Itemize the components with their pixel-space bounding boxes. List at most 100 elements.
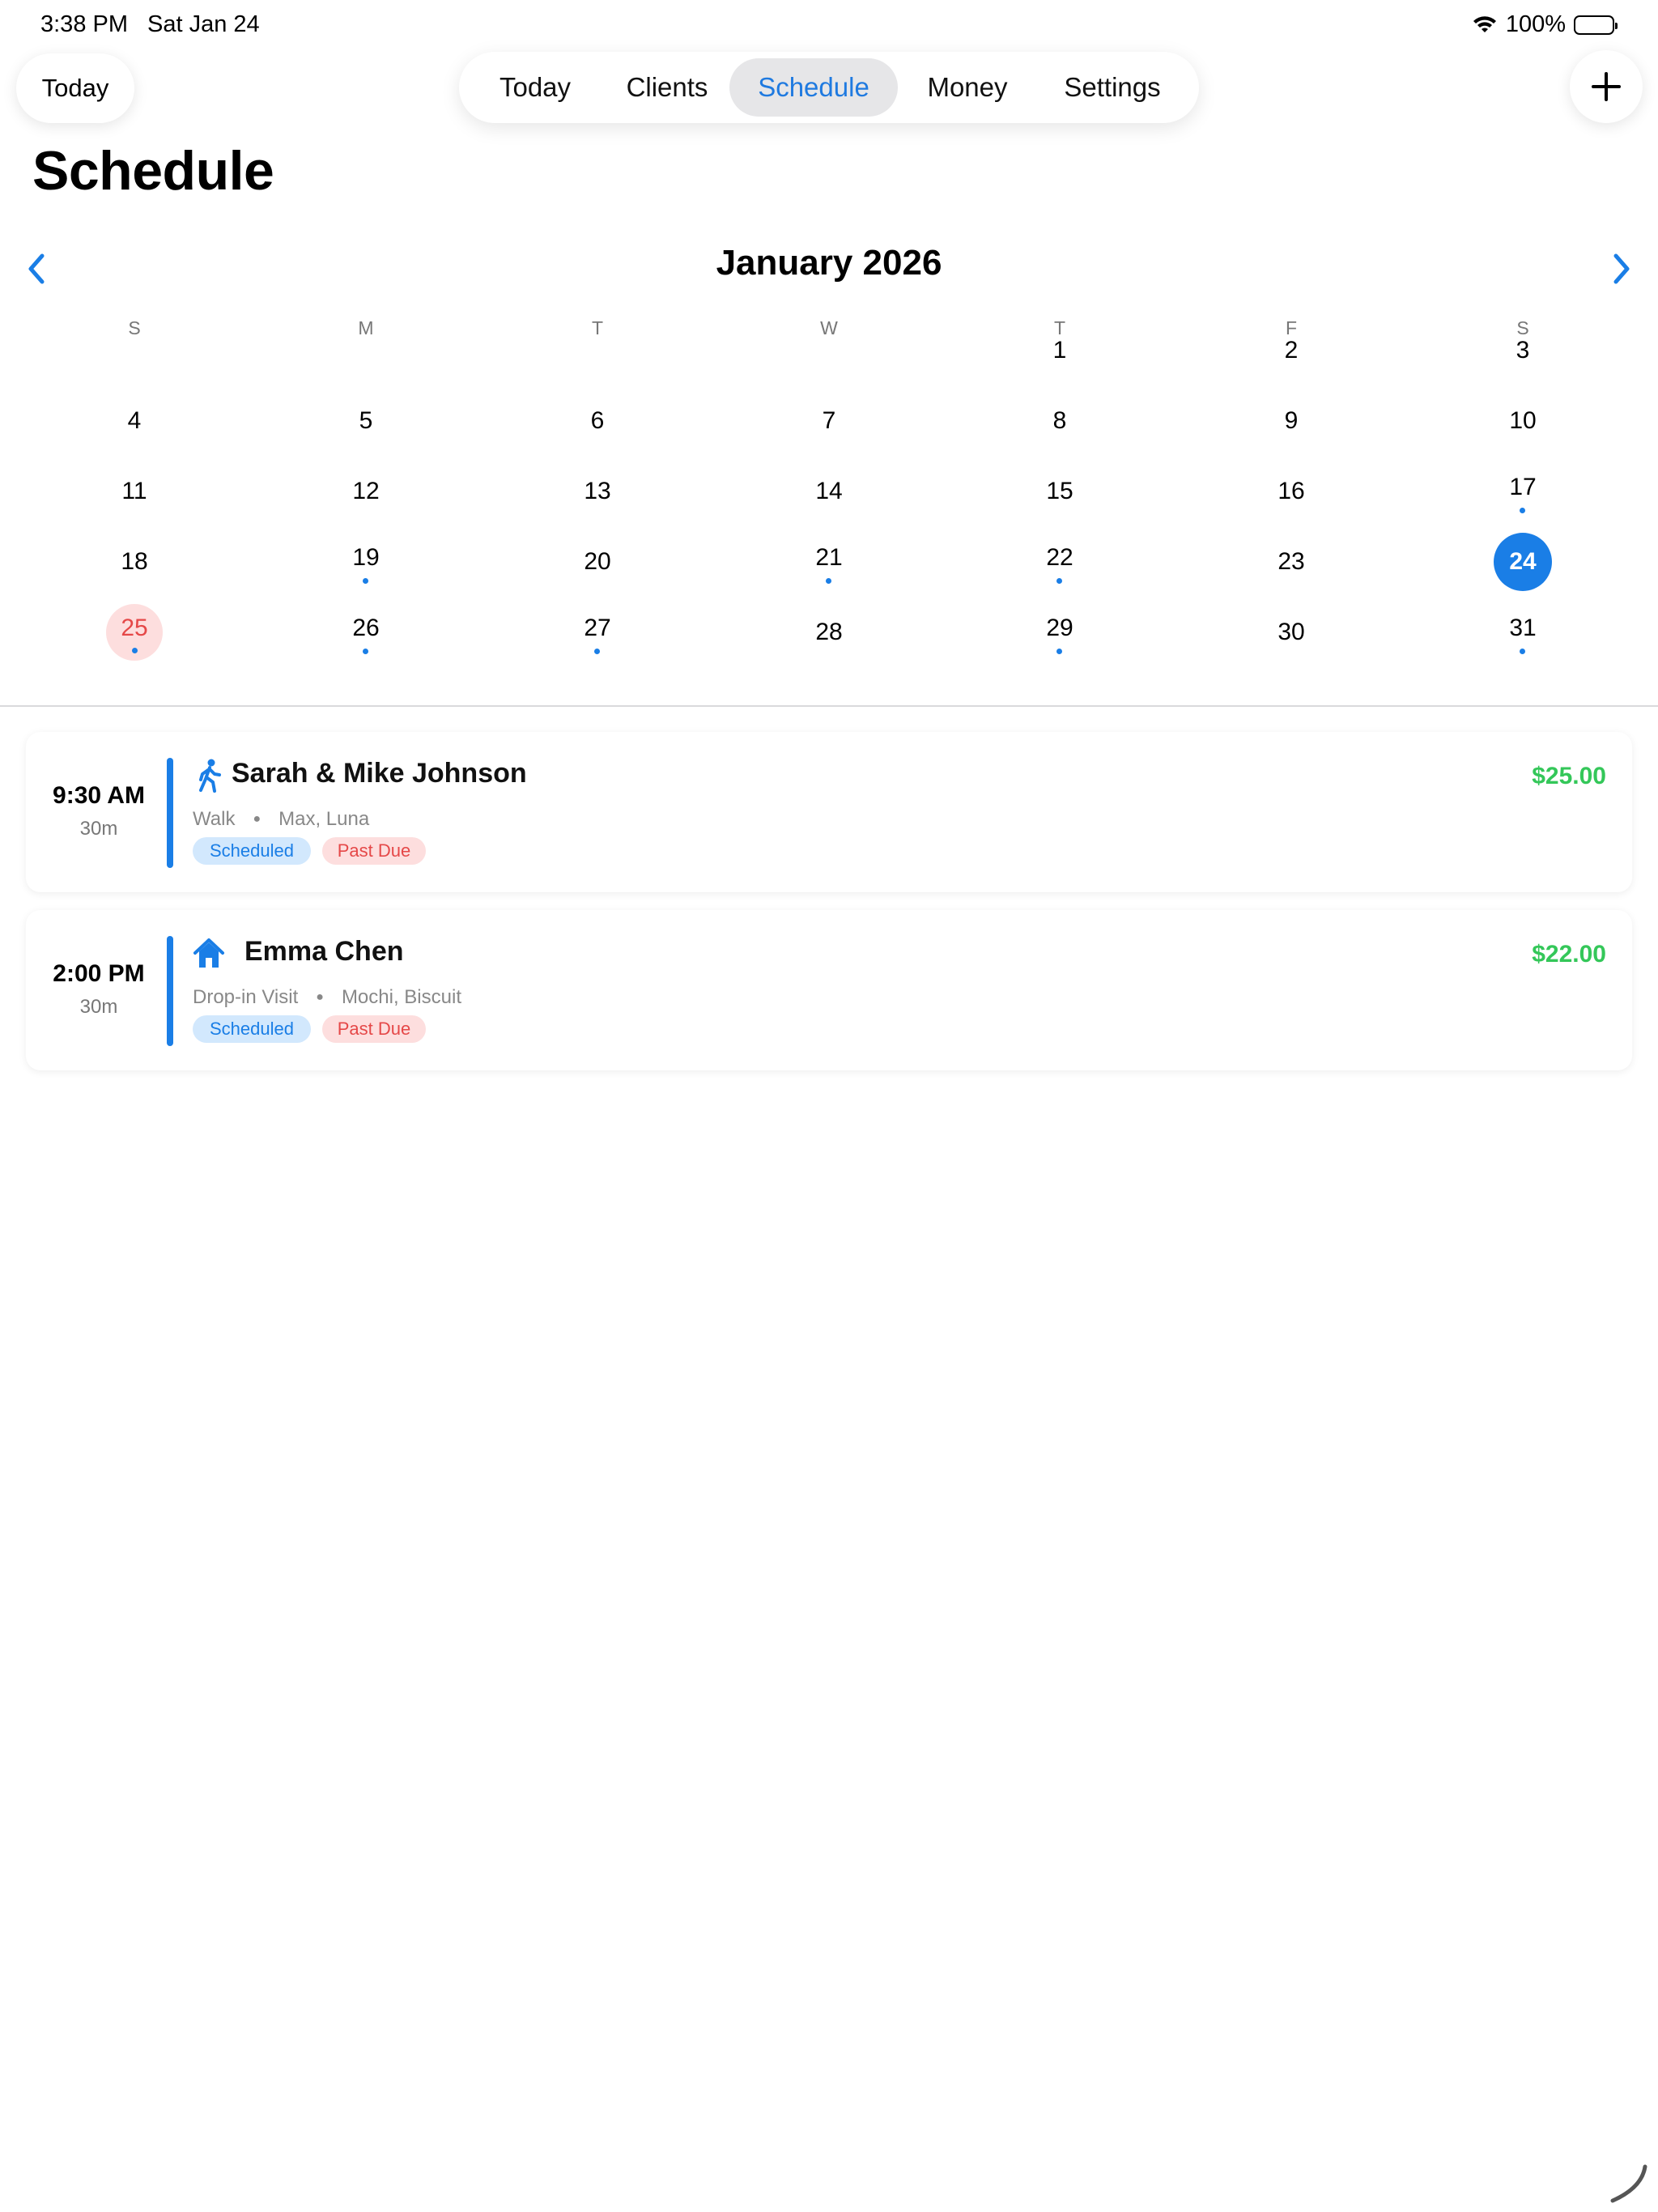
battery-icon <box>1574 15 1618 35</box>
calendar-day[interactable]: 11 <box>104 461 165 522</box>
calendar-day-number: 26 <box>352 615 380 641</box>
weekday-label: M <box>358 317 374 338</box>
calendar-day[interactable]: 20 <box>567 531 628 593</box>
calendar-day[interactable]: 21 <box>798 531 860 593</box>
appointment-price: $22.00 <box>1532 941 1606 968</box>
calendar-day[interactable]: 16 <box>1261 461 1322 522</box>
calendar-day-number: 23 <box>1278 548 1305 575</box>
calendar-day[interactable]: 14 <box>798 461 860 522</box>
calendar-day[interactable]: 10 <box>1492 390 1554 452</box>
calendar-day[interactable]: 24 <box>1494 533 1552 591</box>
calendar-day-number: 27 <box>584 615 611 641</box>
event-dot-indicator <box>1056 649 1062 654</box>
calendar-day-number: 21 <box>815 544 843 571</box>
calendar-day[interactable]: 18 <box>104 531 165 593</box>
appointment-accent-bar <box>167 936 173 1046</box>
event-dot-indicator <box>594 649 600 654</box>
month-title: January 2026 <box>716 243 942 283</box>
tab-clients[interactable]: Clients <box>605 58 729 117</box>
chevron-right-icon <box>1613 253 1630 284</box>
status-badge-scheduled: Scheduled <box>193 837 311 865</box>
appointment-time: 9:30 AM <box>53 782 145 809</box>
calendar-day-number: 10 <box>1509 407 1537 434</box>
calendar-day-number: 12 <box>352 478 380 504</box>
tab-settings[interactable]: Settings <box>1037 58 1188 117</box>
appointment-duration: 30m <box>79 818 118 840</box>
calendar-day[interactable]: 28 <box>798 602 860 663</box>
add-button[interactable] <box>1570 50 1643 123</box>
calendar-day-number: 25 <box>121 615 148 641</box>
calendar-day[interactable]: 4 <box>104 390 165 452</box>
appointment-meta: Walk ● Max, Luna <box>193 808 369 831</box>
calendar-day[interactable]: 7 <box>798 390 860 452</box>
calendar-day-number: 9 <box>1284 407 1299 434</box>
calendar-day-number: 20 <box>584 548 611 575</box>
event-dot-indicator <box>363 649 368 654</box>
calendar-day[interactable]: 29 <box>1029 602 1090 663</box>
wifi-icon <box>1473 15 1496 32</box>
appointment-card[interactable]: 2:00 PM 30m Emma Chen Drop-in Visit ● Mo… <box>26 910 1632 1070</box>
calendar-day[interactable]: 2 <box>1261 320 1322 381</box>
next-month-button[interactable] <box>1601 248 1642 290</box>
calendar-day-number: 31 <box>1509 615 1537 641</box>
calendar-day-number: 30 <box>1278 619 1305 645</box>
calendar-day-number: 22 <box>1046 544 1073 571</box>
calendar-day[interactable]: 19 <box>335 531 397 593</box>
calendar-day-number: 17 <box>1509 474 1537 500</box>
calendar-day[interactable]: 31 <box>1492 602 1554 663</box>
service-type: Walk <box>193 808 236 830</box>
event-dot-indicator <box>1520 508 1525 513</box>
status-badge-past-due: Past Due <box>322 837 426 865</box>
calendar-day[interactable]: 25 <box>106 604 163 661</box>
weekday-label: T <box>591 317 604 338</box>
calendar-day[interactable]: 17 <box>1492 461 1554 522</box>
calendar-day[interactable]: 27 <box>567 602 628 663</box>
calendar-divider <box>0 705 1658 707</box>
calendar-day-number: 5 <box>359 407 373 434</box>
tab-today[interactable]: Today <box>466 58 605 117</box>
event-dot-indicator <box>363 578 368 584</box>
calendar-day[interactable]: 3 <box>1492 320 1554 381</box>
plus-icon <box>1592 72 1621 101</box>
calendar-day-number: 15 <box>1046 478 1073 504</box>
service-type: Drop-in Visit <box>193 986 299 1008</box>
calendar-day[interactable]: 6 <box>567 390 628 452</box>
calendar-day[interactable]: 12 <box>335 461 397 522</box>
calendar-day[interactable]: 26 <box>335 602 397 663</box>
battery-percent: 100% <box>1505 11 1566 37</box>
calendar-day[interactable]: 30 <box>1261 602 1322 663</box>
event-dot-indicator <box>1056 578 1062 584</box>
weekday-label: S <box>128 317 141 338</box>
client-name: Sarah & Mike Johnson <box>232 758 527 789</box>
tab-money[interactable]: Money <box>898 58 1037 117</box>
weekday-label: W <box>820 317 838 338</box>
calendar-day-number: 2 <box>1284 337 1299 364</box>
calendar-day-number: 16 <box>1278 478 1305 504</box>
calendar-day[interactable]: 1 <box>1029 320 1090 381</box>
pet-names: Max, Luna <box>278 808 370 830</box>
calendar-day[interactable]: 23 <box>1261 531 1322 593</box>
calendar-day[interactable]: 15 <box>1029 461 1090 522</box>
tab-schedule[interactable]: Schedule <box>729 58 898 117</box>
status-bar-left: 3:38 PM Sat Jan 24 <box>40 11 260 38</box>
page-title: Schedule <box>32 140 274 202</box>
status-bar-right: 100% <box>1472 11 1618 38</box>
calendar-day-number: 29 <box>1046 615 1073 641</box>
calendar-day-number: 6 <box>590 407 605 434</box>
calendar-day[interactable]: 8 <box>1029 390 1090 452</box>
calendar-day[interactable]: 5 <box>335 390 397 452</box>
today-button[interactable]: Today <box>16 53 134 123</box>
event-dot-indicator <box>826 578 831 584</box>
calendar-day-number: 18 <box>121 548 148 575</box>
walking-person-icon <box>199 759 221 793</box>
appointment-card[interactable]: 9:30 AM 30m Sarah & Mike Johnson Walk ● … <box>26 732 1632 892</box>
appointment-meta: Drop-in Visit ● Mochi, Biscuit <box>193 986 461 1009</box>
calendar-day[interactable]: 13 <box>567 461 628 522</box>
calendar-day[interactable]: 9 <box>1261 390 1322 452</box>
calendar-day[interactable]: 22 <box>1029 531 1090 593</box>
status-date: Sat Jan 24 <box>147 11 260 37</box>
event-dot-indicator <box>1520 649 1525 654</box>
pet-names: Mochi, Biscuit <box>341 986 461 1008</box>
status-badge-scheduled: Scheduled <box>193 1015 311 1043</box>
calendar-day-number: 11 <box>121 478 147 504</box>
